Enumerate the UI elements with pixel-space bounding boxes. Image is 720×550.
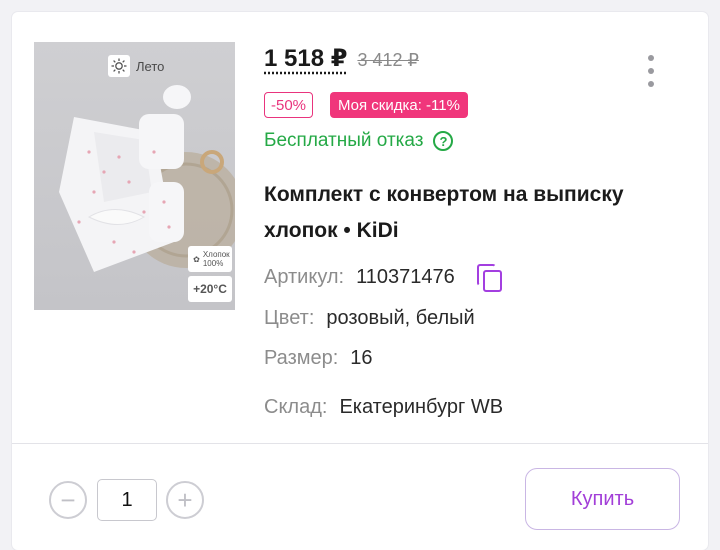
warehouse-row: Склад: Екатеринбург WB: [264, 396, 503, 419]
divider: [12, 443, 708, 444]
color-row: Цвет: розовый, белый: [264, 307, 475, 330]
size-label: Размер:: [264, 347, 339, 369]
kebab-dot: [648, 55, 654, 61]
copy-icon[interactable]: [476, 264, 503, 292]
price-row: 1 518 ₽ 3 412 ₽: [264, 44, 419, 73]
free-refusal-label: Бесплатный отказ: [264, 130, 424, 151]
season-label: Лето: [136, 58, 165, 74]
kebab-menu-icon[interactable]: [644, 55, 658, 87]
color-value: розовый, белый: [326, 307, 475, 329]
warehouse-value: Екатеринбург WB: [339, 396, 504, 418]
old-price: 3 412 ₽: [357, 50, 419, 70]
size-value: 16: [350, 347, 373, 369]
kebab-dot: [648, 68, 654, 74]
color-label: Цвет:: [264, 307, 315, 329]
plus-icon[interactable]: +: [166, 481, 204, 519]
buy-button[interactable]: Купить: [525, 468, 680, 530]
my-discount-badge: Моя скидка: -11%: [330, 92, 468, 118]
article-row: Артикул: 110371476: [264, 264, 503, 292]
cotton-label: Хлопок 100%: [202, 250, 230, 268]
cotton-badge: ✿ Хлопок 100%: [188, 246, 232, 272]
kebab-dot: [648, 81, 654, 87]
warehouse-label: Склад:: [264, 396, 328, 418]
sun-icon: [108, 55, 130, 77]
article-value: 110371476: [356, 265, 455, 288]
product-title[interactable]: Комплект с конвертом на выписку хлопок •…: [264, 177, 624, 249]
help-icon[interactable]: ?: [433, 131, 454, 151]
product-image[interactable]: Лето ✿ Хлопок 100% +20°C: [34, 42, 235, 310]
cotton-icon: ✿: [193, 254, 200, 264]
article-label: Артикул:: [264, 265, 345, 288]
season-badge: Лето: [104, 52, 172, 80]
temperature-badge: +20°C: [188, 276, 232, 302]
size-row: Размер: 16: [264, 347, 373, 370]
discount-badge: -50%: [264, 92, 314, 118]
free-refusal[interactable]: Бесплатный отказ ?: [264, 130, 454, 152]
current-price[interactable]: 1 518 ₽: [264, 44, 347, 73]
quantity-input[interactable]: [97, 479, 157, 521]
minus-icon[interactable]: −: [49, 481, 87, 519]
